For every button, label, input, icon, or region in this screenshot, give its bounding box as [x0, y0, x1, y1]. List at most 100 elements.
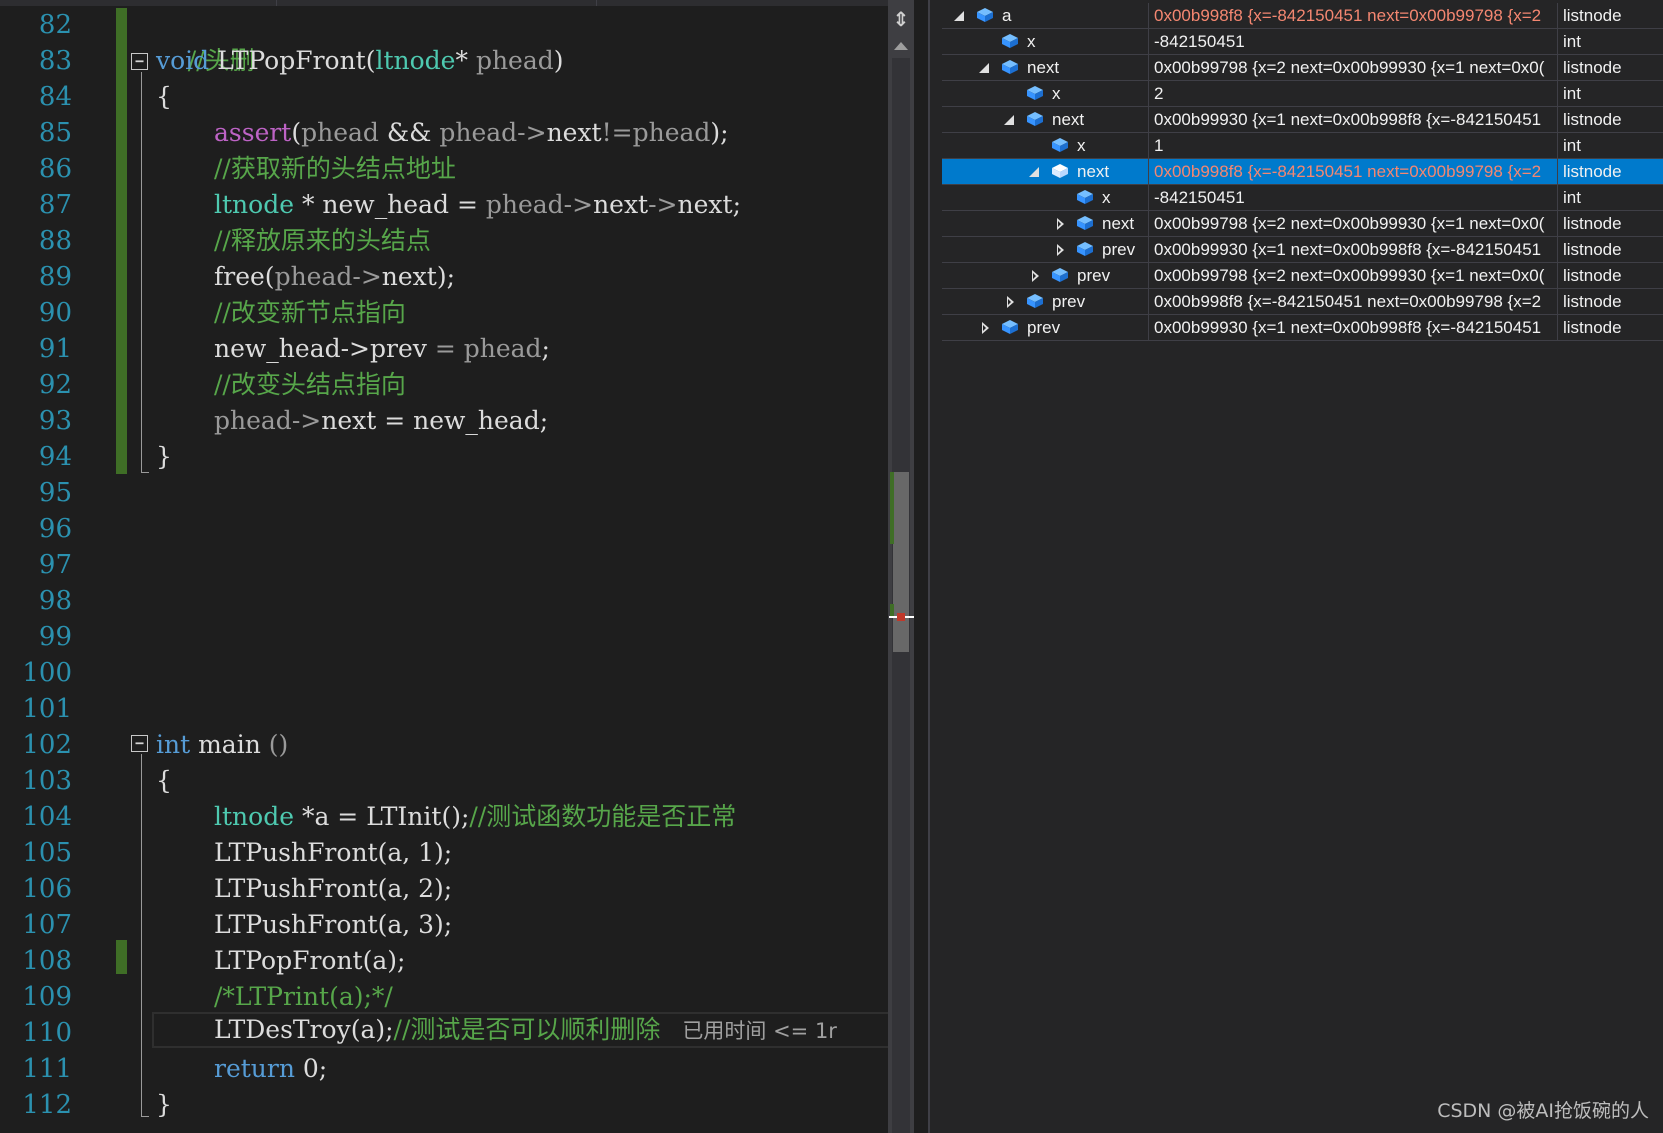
statement-token: LTPushFront(a, 1); — [214, 838, 453, 867]
code-line-85[interactable]: assert(phead && phead->next!=phead); — [214, 115, 729, 151]
expanded-arrow-icon[interactable] — [979, 63, 989, 73]
watch-name-cell[interactable]: next — [942, 55, 1149, 80]
code-line-112[interactable]: } — [156, 1087, 172, 1123]
expanded-arrow-icon[interactable] — [1004, 115, 1014, 125]
watch-value-cell[interactable]: 0x00b99930 {x=1 next=0x00b998f8 {x=-8421… — [1149, 237, 1558, 262]
code-line-105[interactable]: LTPushFront(a, 1); — [214, 835, 452, 871]
collapse-toggle-icon[interactable]: − — [131, 53, 148, 70]
watch-name-cell[interactable]: x — [942, 81, 1149, 106]
line-number: 85 — [38, 118, 72, 148]
code-line-83[interactable]: void LTPopFront(ltnode* phead) — [156, 43, 564, 79]
scroll-up-icon[interactable] — [894, 42, 908, 50]
collapsed-arrow-icon[interactable] — [1032, 270, 1039, 282]
split-view-icon[interactable]: ⇕ — [891, 8, 911, 30]
watch-value-cell[interactable]: 0x00b99930 {x=1 next=0x00b998f8 {x=-8421… — [1149, 107, 1558, 132]
watch-name-cell[interactable]: x — [942, 133, 1149, 158]
watch-variable-value: -842150451 — [1154, 32, 1245, 51]
watch-name-cell[interactable]: a — [942, 3, 1149, 28]
scroll-thumb[interactable] — [893, 472, 909, 652]
code-line-87[interactable]: ltnode * new_head = phead->next->next; — [214, 187, 741, 223]
watch-name-cell[interactable]: prev — [942, 237, 1149, 262]
watch-type-cell: int — [1558, 185, 1663, 210]
code-line-108[interactable]: LTPopFront(a); — [214, 943, 405, 979]
code-line-88[interactable]: //释放原来的头结点 — [214, 223, 431, 259]
code-editor[interactable]: 82 83 84 85 86 87 88 89 90 91 92 93 94 95 96 97 98 99 100 1… — [0, 0, 892, 1133]
watch-row[interactable]: next 0x00b99798 {x=2 next=0x00b99930 {x=1… — [942, 55, 1663, 81]
code-comment: //改变新节点指向 — [214, 298, 406, 327]
watch-value-cell[interactable]: -842150451 — [1149, 185, 1558, 210]
paren-token: () — [268, 730, 289, 759]
editor-vertical-scrollbar[interactable]: ⇕ — [888, 0, 914, 1133]
perf-tip-elapsed[interactable]: 已用时间 <= 1r — [682, 1019, 837, 1043]
collapsed-arrow-icon[interactable] — [982, 322, 989, 334]
watch-name-cell[interactable]: x — [942, 185, 1149, 210]
watch-variable-value: 0x00b998f8 {x=-842150451 next=0x00b99798… — [1154, 6, 1542, 25]
watch-row[interactable]: prev 0x00b99930 {x=1 next=0x00b998f8 {x=-… — [942, 315, 1663, 341]
watch-name-cell[interactable]: prev — [942, 263, 1149, 288]
watch-row[interactable]: prev 0x00b99930 {x=1 next=0x00b998f8 {x=-… — [942, 237, 1663, 263]
watch-value-cell[interactable]: 0x00b99798 {x=2 next=0x00b99930 {x=1 nex… — [1149, 263, 1558, 288]
watch-value-cell[interactable]: 0x00b998f8 {x=-842150451 next=0x00b99798… — [1149, 289, 1558, 314]
object-member-icon — [976, 7, 994, 23]
watch-value-cell[interactable]: 0x00b998f8 {x=-842150451 next=0x00b99798… — [1149, 159, 1558, 184]
watch-value-cell[interactable]: 2 — [1149, 81, 1558, 106]
code-line-111[interactable]: return 0; — [214, 1051, 327, 1087]
watch-variable-name: x — [1102, 188, 1111, 207]
watch-variable-name: prev — [1052, 292, 1086, 311]
code-line-89[interactable]: free(phead->next); — [214, 259, 455, 295]
watch-row[interactable]: x 1 int — [942, 133, 1663, 159]
watch-row[interactable]: x -842150451 int — [942, 185, 1663, 211]
expanded-arrow-icon[interactable] — [954, 11, 964, 21]
code-line-86[interactable]: //获取新的头结点地址 — [214, 151, 456, 187]
function-name-token: main — [190, 730, 269, 759]
watch-name-cell[interactable]: x — [942, 29, 1149, 54]
collapsed-arrow-icon[interactable] — [1057, 218, 1064, 230]
code-line-104[interactable]: ltnode *a = LTInit();//测试函数功能是否正常 — [214, 799, 736, 835]
code-line-107[interactable]: LTPushFront(a, 3); — [214, 907, 452, 943]
code-line-102[interactable]: int main () — [156, 727, 288, 763]
watch-variable-value: 0x00b99798 {x=2 next=0x00b99930 {x=1 nex… — [1154, 58, 1545, 77]
code-line-109[interactable]: /*LTPrint(a);*/ — [214, 979, 393, 1015]
watch-value-cell[interactable]: -842150451 — [1149, 29, 1558, 54]
watch-value-cell[interactable]: 1 — [1149, 133, 1558, 158]
code-line-110[interactable]: LTDesTroy(a);//测试是否可以顺利删除 已用时间 <= 1r — [214, 1012, 888, 1048]
watch-name-cell[interactable]: next — [942, 159, 1149, 184]
collapse-toggle-icon[interactable]: − — [131, 735, 148, 752]
watch-name-cell[interactable]: prev — [942, 315, 1149, 340]
watch-row[interactable]: prev 0x00b99798 {x=2 next=0x00b99930 {x=1… — [942, 263, 1663, 289]
watch-name-cell[interactable]: next — [942, 211, 1149, 236]
object-member-icon — [1001, 59, 1019, 75]
code-line-82[interactable]: //头删 — [156, 7, 255, 75]
code-line-106[interactable]: LTPushFront(a, 2); — [214, 871, 452, 907]
watch-row[interactable]: x 2 int — [942, 81, 1663, 107]
member-token: next — [381, 262, 437, 291]
watch-variable-type: int — [1563, 188, 1581, 207]
watch-value-cell[interactable]: 0x00b99798 {x=2 next=0x00b99930 {x=1 nex… — [1149, 211, 1558, 236]
watch-row[interactable]: x -842150451 int — [942, 29, 1663, 55]
watch-row[interactable]: next 0x00b998f8 {x=-842150451 next=0x00b9… — [942, 159, 1663, 185]
watch-row[interactable]: prev 0x00b998f8 {x=-842150451 next=0x00b9… — [942, 289, 1663, 315]
watch-value-cell[interactable]: 0x00b99930 {x=1 next=0x00b998f8 {x=-8421… — [1149, 315, 1558, 340]
collapsed-arrow-icon[interactable] — [1057, 244, 1064, 256]
code-line-92[interactable]: //改变头结点指向 — [214, 367, 406, 403]
code-line-90[interactable]: //改变新节点指向 — [214, 295, 406, 331]
code-line-94[interactable]: } — [156, 439, 172, 475]
watch-name-cell[interactable]: prev — [942, 289, 1149, 314]
line-number: 110 — [22, 1018, 72, 1048]
code-line-91[interactable]: new_head->prev = phead; — [214, 331, 550, 367]
watch-row[interactable]: next 0x00b99930 {x=1 next=0x00b998f8 {x=-… — [942, 107, 1663, 133]
watch-row[interactable]: a 0x00b998f8 {x=-842150451 next=0x00b9979… — [942, 3, 1663, 29]
code-line-93[interactable]: phead->next = new_head; — [214, 403, 548, 439]
watch-window[interactable]: a 0x00b998f8 {x=-842150451 next=0x00b9979… — [928, 0, 1663, 1133]
code-line-84[interactable]: { — [156, 79, 172, 115]
expanded-arrow-icon[interactable] — [1029, 167, 1039, 177]
watch-name-cell[interactable]: next — [942, 107, 1149, 132]
watch-value-cell[interactable]: 0x00b99798 {x=2 next=0x00b99930 {x=1 nex… — [1149, 55, 1558, 80]
collapsed-arrow-icon[interactable] — [1007, 296, 1014, 308]
param-token: phead — [632, 118, 711, 147]
watch-value-cell[interactable]: 0x00b998f8 {x=-842150451 next=0x00b99798… — [1149, 3, 1558, 28]
fold-guide — [141, 754, 142, 1116]
fold-guide — [141, 72, 142, 472]
code-line-103[interactable]: { — [156, 763, 172, 799]
watch-row[interactable]: next 0x00b99798 {x=2 next=0x00b99930 {x=1… — [942, 211, 1663, 237]
